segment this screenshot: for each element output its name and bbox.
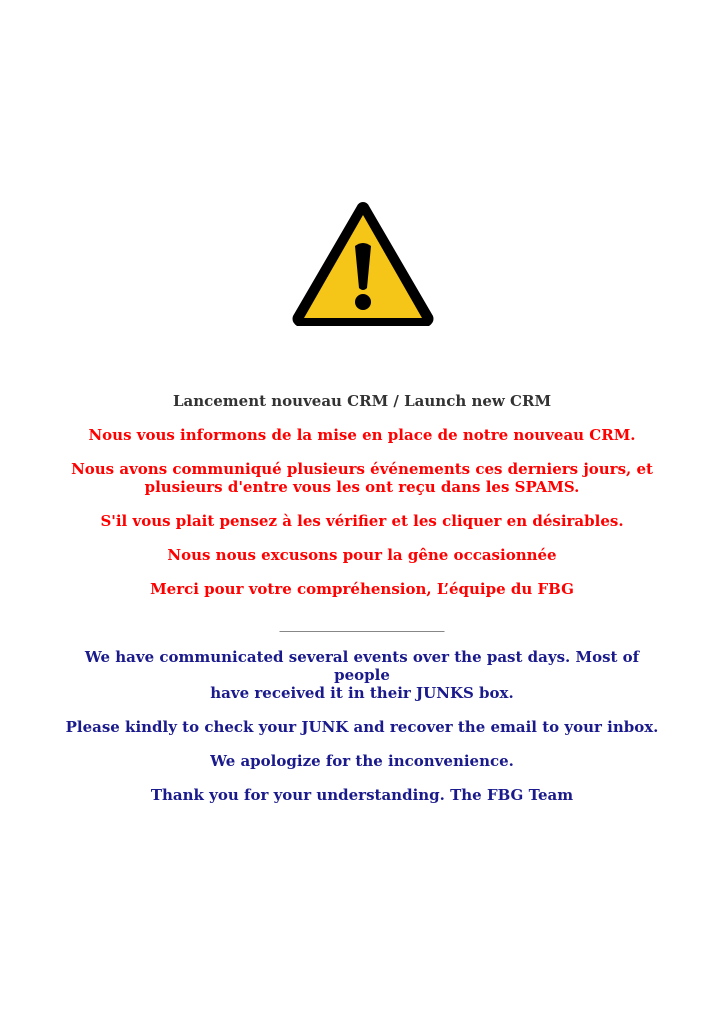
english-paragraph-2: Please kindly to check your JUNK and rec…: [65, 718, 659, 736]
notice-title: Lancement nouveau CRM / Launch new CRM: [172, 392, 552, 410]
english-paragraph-3: We apologize for the inconvenience.: [210, 752, 514, 770]
english-paragraph-4: Thank you for your understanding. The FB…: [150, 786, 574, 804]
warning-icon: [292, 202, 434, 326]
french-paragraph-2-line-2: plusieurs d'entre vous les ont reçu dans…: [144, 478, 580, 496]
french-paragraph-1: Nous vous informons de la mise en place …: [88, 426, 636, 444]
notice-body: Lancement nouveau CRM / Launch new CRM N…: [62, 392, 662, 804]
english-paragraph-1-line-1: We have communicated several events over…: [84, 648, 640, 684]
french-paragraph-5: Merci pour votre compréhension, L’équipe…: [150, 580, 574, 598]
french-paragraph-3: S'il vous plait pensez à les vérifier et…: [100, 512, 624, 530]
separator-line: ______________________: [279, 614, 445, 632]
french-paragraph-2-line-1: Nous avons communiqué plusieurs événemen…: [71, 460, 653, 478]
french-paragraph-4: Nous nous excusons pour la gêne occasion…: [167, 546, 557, 564]
english-paragraph-1-line-2: have received it in their JUNKS box.: [210, 684, 514, 702]
